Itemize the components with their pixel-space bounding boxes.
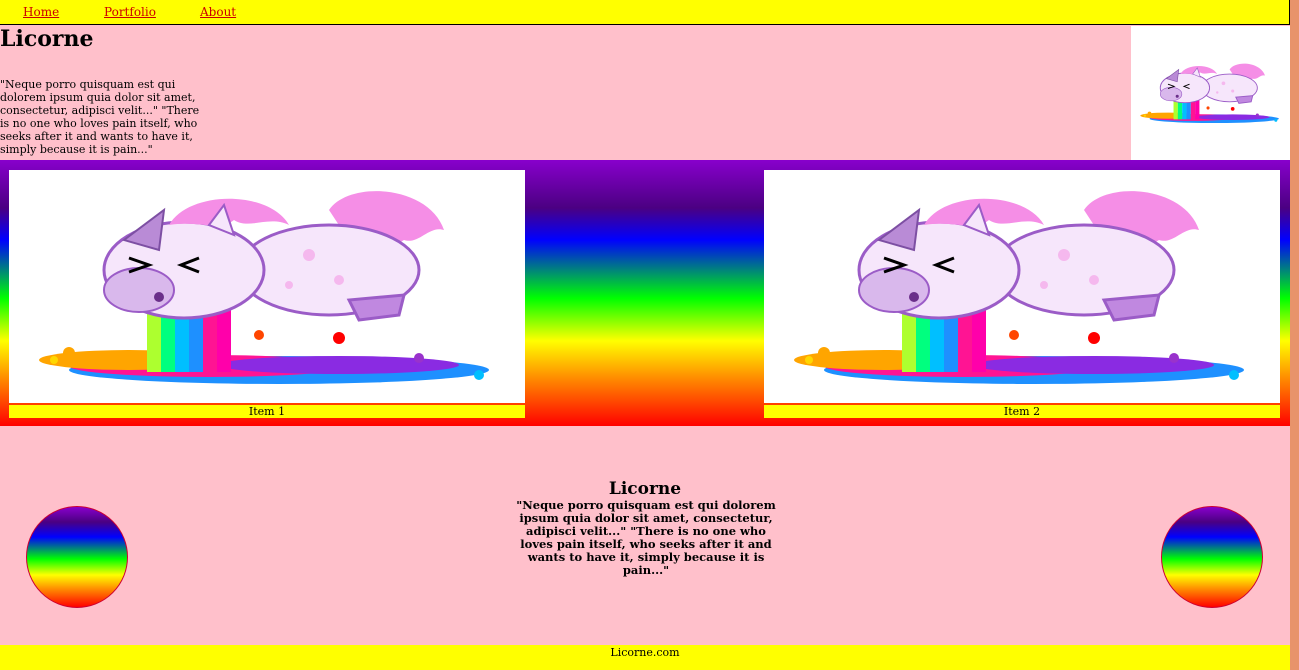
unicorn-thumbnail: [1131, 26, 1290, 160]
page: Home Portfolio About Licorne "Neque porr…: [0, 0, 1290, 670]
gallery-band: Item 1 Item 2: [0, 160, 1290, 426]
gallery-caption: Item 1: [9, 405, 525, 418]
footer: Licorne.com: [0, 645, 1290, 670]
nav-portfolio-link[interactable]: Portfolio: [104, 5, 156, 19]
gallery-image: [764, 170, 1280, 403]
gallery-caption: Item 2: [764, 405, 1280, 418]
header-quote: "Neque porro quisquam est qui dolorem ip…: [0, 78, 200, 156]
nav-about-link[interactable]: About: [200, 5, 236, 19]
gallery-card[interactable]: Item 1: [9, 170, 525, 419]
footer-text: Licorne.com: [610, 646, 680, 659]
section-title: Licorne: [608, 479, 682, 499]
page-title: Licorne: [0, 26, 94, 52]
nav-home-link[interactable]: Home: [23, 5, 59, 19]
section-quote: "Neque porro quisquam est qui dolorem ip…: [516, 498, 776, 577]
gallery-card[interactable]: Item 2: [764, 170, 1280, 419]
unicorn-icon: [792, 189, 1246, 386]
gallery-image: [9, 170, 525, 403]
rainbow-circle: [26, 506, 128, 608]
top-nav: Home Portfolio About: [0, 0, 1290, 25]
rainbow-circle: [1161, 506, 1263, 608]
unicorn-icon: [1139, 63, 1280, 124]
unicorn-icon: [37, 189, 491, 386]
